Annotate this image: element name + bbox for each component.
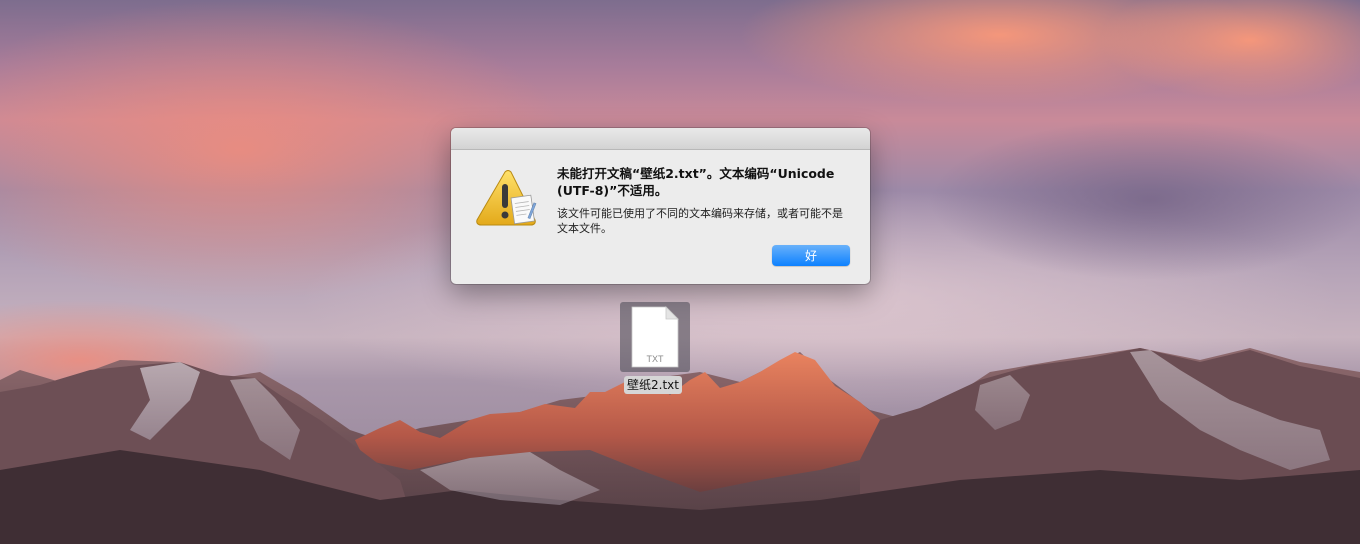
desktop-file-name[interactable]: 壁纸2.txt [624, 376, 682, 394]
ok-button[interactable]: 好 [772, 245, 850, 266]
desktop[interactable]: 未能打开文稿“壁纸2.txt”。文本编码“Unicode (UTF-8)”不适用… [0, 0, 1360, 544]
file-type-label: TXT [647, 354, 665, 364]
alert-dialog: 未能打开文稿“壁纸2.txt”。文本编码“Unicode (UTF-8)”不适用… [451, 128, 870, 284]
alert-message: 该文件可能已使用了不同的文本编码来存储，或者可能不是文本文件。 [557, 207, 843, 235]
desktop-file-selected[interactable]: TXT [620, 302, 690, 372]
dialog-titlebar[interactable] [451, 128, 870, 150]
alert-title: 未能打开文稿“壁纸2.txt”。文本编码“Unicode (UTF-8)”不适用… [557, 166, 835, 198]
txt-document-icon: TXT [631, 306, 679, 368]
warning-icon [476, 170, 537, 226]
